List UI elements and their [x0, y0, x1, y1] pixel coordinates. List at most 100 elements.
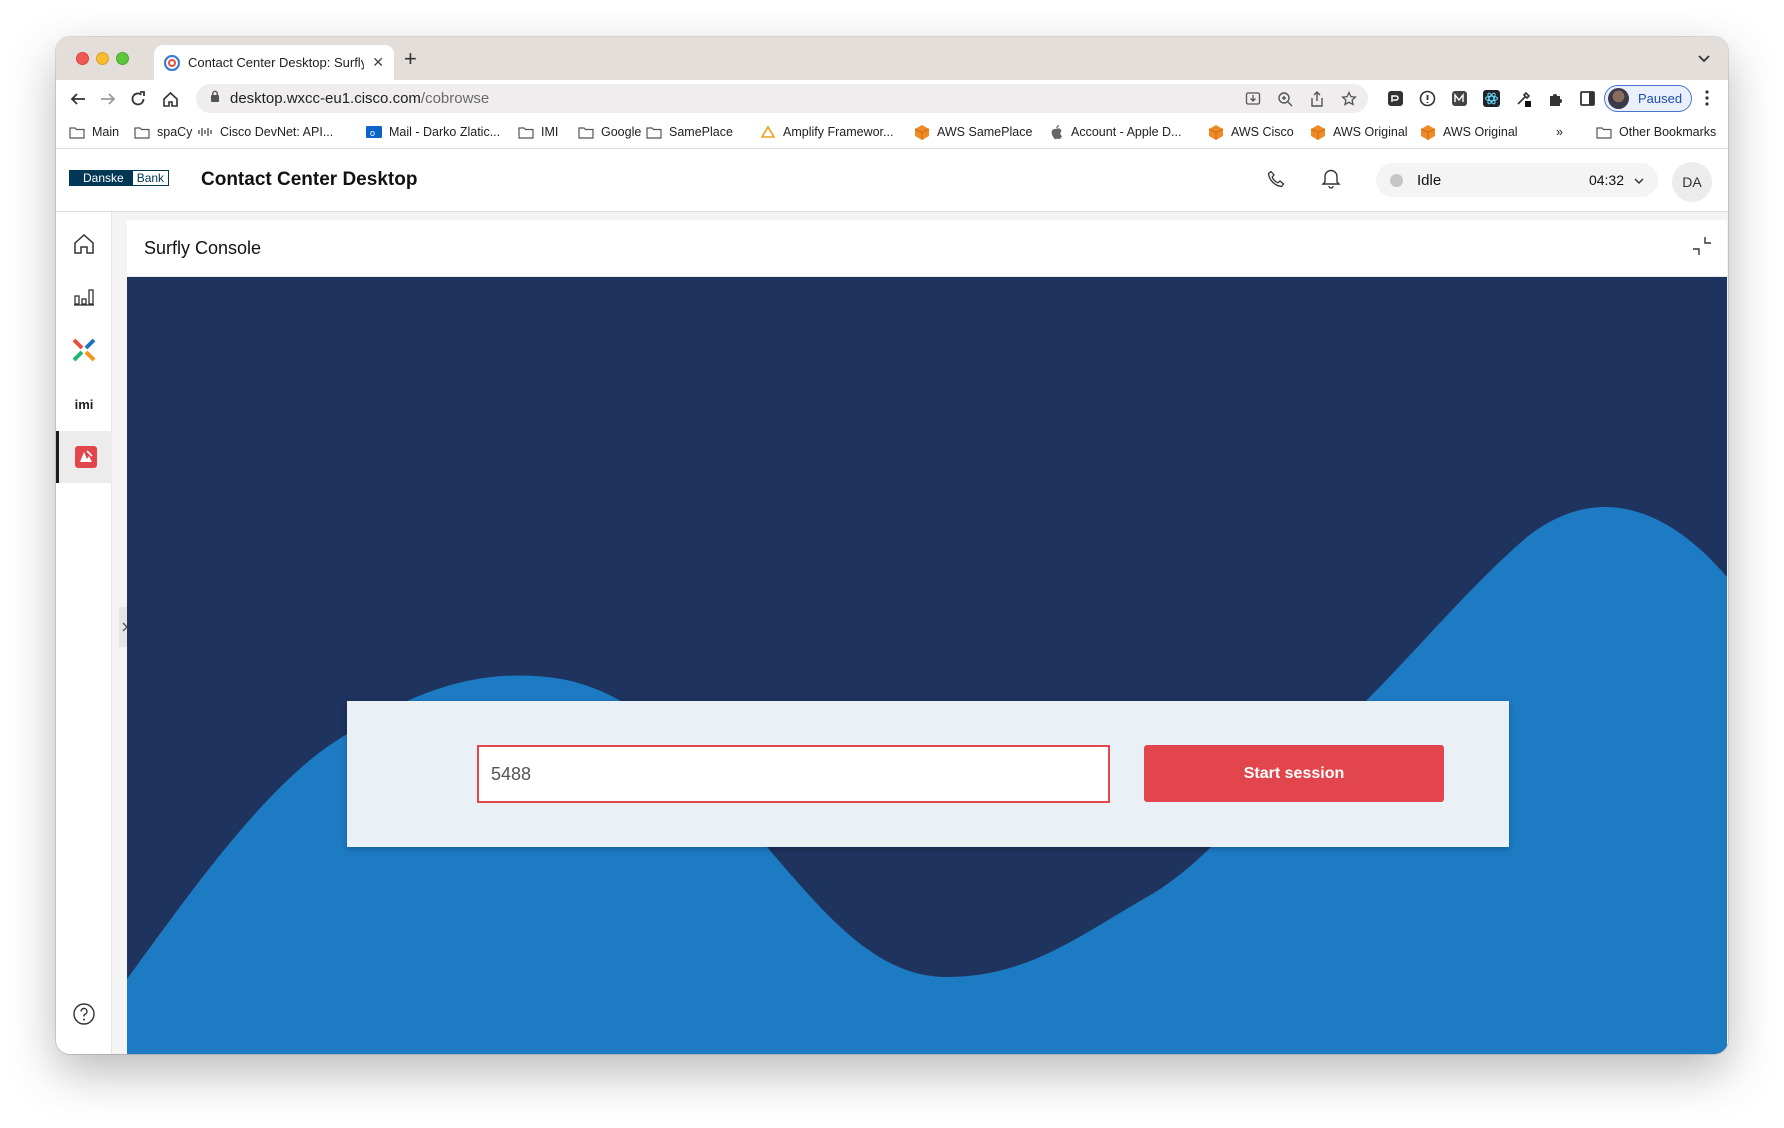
phone-icon[interactable]: [1267, 170, 1285, 193]
home-icon: [74, 233, 94, 254]
new-tab-button[interactable]: +: [404, 46, 417, 72]
bookmark-label: Account - Apple D...: [1071, 125, 1182, 139]
surfly-panel: Surfly Console Start session: [127, 220, 1727, 1054]
bookmark-item[interactable]: AWS SamePlace: [914, 124, 1032, 140]
nav-sidebar: imi: [56, 212, 112, 1054]
bookmark-item[interactable]: Amplify Framewor...: [760, 125, 893, 139]
folder-icon: [1596, 125, 1612, 139]
bookmark-item[interactable]: Google: [578, 125, 641, 139]
sidebar-item-imi[interactable]: imi: [56, 378, 112, 430]
bookmark-item[interactable]: AWS Original: [1420, 124, 1518, 140]
bookmark-item[interactable]: Account - Apple D...: [1048, 124, 1182, 139]
help-icon: [73, 1003, 95, 1025]
extension-3-icon[interactable]: [1450, 89, 1469, 108]
state-indicator: [1390, 173, 1403, 187]
aws-icon: [914, 124, 930, 140]
bookmark-label: AWS Original: [1443, 125, 1518, 139]
notification-bell-icon[interactable]: [1320, 167, 1342, 194]
address-bar[interactable]: desktop.wxcc-eu1.cisco.com/cobrowse: [196, 84, 1368, 113]
zoom-icon[interactable]: [1276, 90, 1294, 108]
info-extension-icon[interactable]: [1418, 89, 1437, 108]
sidebar-item-help[interactable]: [56, 988, 112, 1040]
svg-text:o: o: [370, 128, 375, 138]
aws-icon: [1310, 124, 1326, 140]
session-pin-input[interactable]: [477, 745, 1110, 803]
bookmark-item[interactable]: AWS Cisco: [1208, 124, 1294, 140]
chevron-down-icon: [1634, 172, 1644, 189]
folder-icon: [646, 125, 662, 139]
browser-window: Contact Center Desktop: Surfly ✕ + deskt…: [56, 37, 1728, 1054]
home-browser-icon[interactable]: [160, 89, 180, 109]
tab-strip: Contact Center Desktop: Surfly ✕ +: [56, 37, 1728, 80]
minimize-window-button[interactable]: [96, 52, 109, 65]
react-devtools-icon[interactable]: [1482, 89, 1501, 108]
sidebar-item-home[interactable]: [56, 218, 112, 270]
cisco-icon: [197, 125, 213, 139]
bookmark-label: SamePlace: [669, 125, 733, 139]
profile-avatar: [1608, 88, 1629, 109]
agent-state-label: Idle: [1417, 171, 1442, 189]
extensions-puzzle-icon[interactable]: [1546, 89, 1565, 108]
url-host: desktop.wxcc-eu1.cisco.com: [230, 90, 421, 107]
zoom-window-button[interactable]: [116, 52, 129, 65]
folder-icon: [578, 125, 594, 139]
danske-bank-logo: Danske Bank: [69, 170, 170, 186]
user-avatar[interactable]: DA: [1672, 162, 1712, 202]
browser-toolbar: desktop.wxcc-eu1.cisco.com/cobrowse Paus…: [56, 80, 1728, 117]
bookmark-item[interactable]: Main: [69, 125, 119, 139]
start-session-button[interactable]: Start session: [1144, 745, 1444, 802]
bookmark-item[interactable]: o Mail - Darko Zlatic...: [366, 125, 500, 139]
bookmark-item[interactable]: spaCy: [134, 125, 192, 139]
amplify-icon: [760, 125, 776, 139]
sidebar-item-integration[interactable]: [56, 324, 112, 376]
aws-icon: [1208, 124, 1224, 140]
surfly-icon: [74, 446, 97, 468]
folder-icon: [134, 125, 150, 139]
bookmark-label: Amplify Framewor...: [783, 125, 894, 139]
bookmark-item[interactable]: IMI: [518, 125, 558, 139]
state-timer: 04:32: [1588, 172, 1624, 188]
browser-menu-icon[interactable]: [1705, 90, 1709, 111]
other-bookmarks-folder[interactable]: Other Bookmarks: [1596, 125, 1716, 139]
bookmark-label: IMI: [541, 125, 559, 139]
eyedropper-extension-icon[interactable]: [1514, 89, 1533, 108]
sidebar-item-analytics[interactable]: [56, 270, 112, 322]
share-icon[interactable]: [1308, 90, 1326, 108]
bookmark-star-icon[interactable]: [1340, 90, 1358, 108]
reload-icon[interactable]: [128, 89, 148, 109]
folder-icon: [69, 125, 85, 139]
side-panel-icon[interactable]: [1578, 89, 1597, 108]
bookmark-label: spaCy: [157, 125, 193, 139]
forward-arrow-icon[interactable]: [98, 89, 118, 109]
folder-icon: [518, 125, 534, 139]
collapse-panel-icon[interactable]: [1691, 235, 1713, 262]
url-path: /cobrowse: [420, 90, 490, 107]
panel-header: Surfly Console: [127, 220, 1727, 277]
app-header: Danske Bank Contact Center Desktop Idle …: [56, 149, 1728, 212]
bookmark-item[interactable]: SamePlace: [646, 125, 733, 139]
tab-close-icon[interactable]: ✕: [372, 54, 384, 71]
browser-tab-active[interactable]: Contact Center Desktop: Surfly ✕: [154, 45, 394, 80]
tab-search-chevron-icon[interactable]: [1698, 50, 1710, 68]
tab-title: Contact Center Desktop: Surfly: [188, 55, 365, 70]
bookmark-label: Cisco DevNet: API...: [220, 125, 334, 139]
back-arrow-icon[interactable]: [68, 89, 88, 109]
bookmark-item[interactable]: AWS Original: [1310, 124, 1408, 140]
bookmark-label: AWS Original: [1333, 125, 1408, 139]
extension-1-icon[interactable]: [1386, 89, 1405, 108]
aws-icon: [1420, 124, 1436, 140]
bookmarks-overflow-button[interactable]: »: [1556, 125, 1563, 139]
lock-icon: [210, 90, 220, 107]
sidebar-item-surfly[interactable]: [56, 431, 112, 483]
close-window-button[interactable]: [76, 52, 89, 65]
bookmark-item[interactable]: Cisco DevNet: API...: [197, 125, 333, 139]
profile-button[interactable]: Paused: [1604, 85, 1692, 112]
bookmark-label: Mail - Darko Zlatic...: [389, 125, 501, 139]
imi-label: imi: [74, 396, 94, 412]
app-title: Contact Center Desktop: [201, 169, 418, 190]
bookmark-label: Google: [601, 125, 642, 139]
install-app-icon[interactable]: [1244, 90, 1262, 108]
bookmarks-bar: » Other Bookmarks Main spaCy Cisco DevNet:…: [56, 117, 1728, 149]
panel-title: Surfly Console: [144, 238, 262, 258]
agent-state-selector[interactable]: Idle 04:32: [1376, 163, 1658, 197]
